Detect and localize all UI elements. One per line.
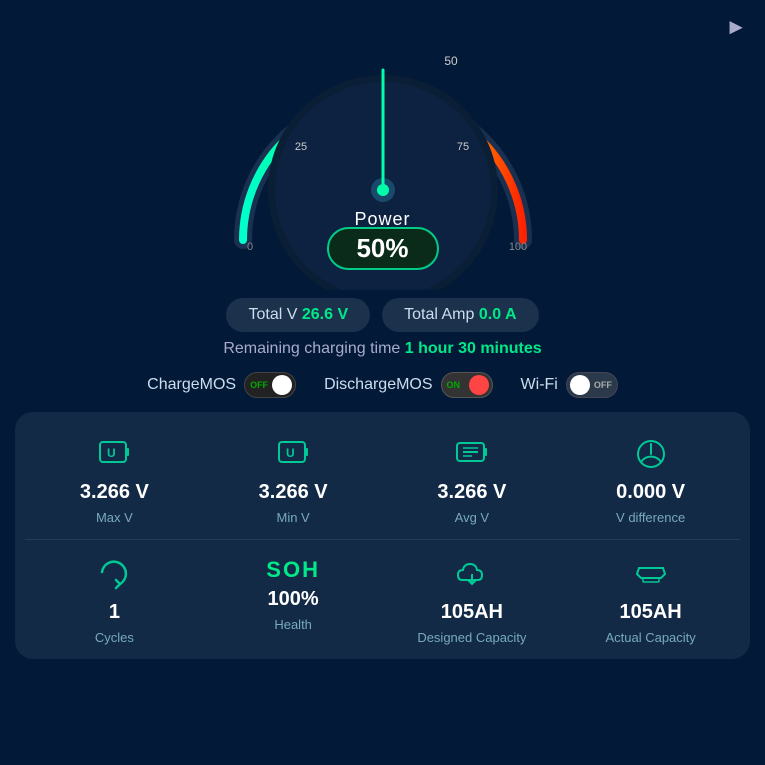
svg-text:50: 50: [444, 54, 458, 68]
toggles-row: ChargeMOS OFF DischargeMOS ON Wi-Fi OFF: [147, 372, 618, 398]
play-icon[interactable]: ►: [725, 14, 747, 40]
avg-v-cell: 3.266 V Avg V: [383, 430, 562, 529]
total-voltage-pill: Total V 26.6 V: [226, 298, 370, 332]
discharge-mos-state: ON: [447, 380, 461, 390]
actual-cap-value: 105AH: [619, 601, 681, 624]
max-v-value: 3.266 V: [80, 481, 149, 504]
svg-text:U: U: [107, 446, 116, 460]
charging-time: Remaining charging time 1 hour 30 minute…: [223, 340, 541, 358]
svg-text:100: 100: [508, 241, 526, 253]
min-v-label: Min V: [277, 510, 310, 525]
battery-v-icon: U: [96, 434, 132, 475]
health-label: Health: [274, 617, 312, 632]
total-amp-label: Total Amp: [404, 306, 474, 323]
row-divider: [25, 539, 740, 540]
cycles-label: Cycles: [95, 630, 134, 645]
speedometer-icon: [633, 434, 669, 475]
charge-mos-toggle-item: ChargeMOS OFF: [147, 372, 296, 398]
battery-v2-icon: U: [275, 434, 311, 475]
max-v-label: Max V: [96, 510, 133, 525]
v-diff-label: V difference: [616, 510, 685, 525]
max-v-cell: U 3.266 V Max V: [25, 430, 204, 529]
min-v-cell: U 3.266 V Min V: [204, 430, 383, 529]
wifi-knob: [570, 375, 590, 395]
discharge-mos-knob: [469, 375, 489, 395]
soh-icon: SOH: [266, 554, 320, 582]
battery-avg-icon: [454, 434, 490, 475]
total-v-value: 26.6 V: [302, 306, 348, 323]
stats-row: Total V 26.6 V Total Amp 0.0 A: [226, 298, 538, 332]
charge-mos-label: ChargeMOS: [147, 376, 236, 394]
total-amp-pill: Total Amp 0.0 A: [382, 298, 538, 332]
actual-cap-cell: 105AH Actual Capacity: [561, 550, 740, 649]
min-v-value: 3.266 V: [259, 481, 328, 504]
soh-text: SOH: [266, 557, 320, 582]
designed-cap-value: 105AH: [441, 601, 503, 624]
cycles-icon: [96, 554, 132, 595]
charging-time-label: Remaining charging time: [223, 340, 400, 357]
designed-cap-label: Designed Capacity: [417, 630, 526, 645]
total-v-label: Total V: [248, 306, 297, 323]
avg-v-value: 3.266 V: [437, 481, 506, 504]
wifi-state: OFF: [594, 380, 612, 390]
cycles-cell: 1 Cycles: [25, 550, 204, 649]
svg-text:75: 75: [456, 141, 468, 153]
wifi-label: Wi-Fi: [521, 376, 558, 394]
battery-cap-icon: [633, 554, 669, 595]
wifi-toggle-item: Wi-Fi OFF: [521, 372, 618, 398]
health-cell: SOH 100% Health: [204, 550, 383, 649]
charging-time-value: 1 hour 30 minutes: [405, 340, 542, 357]
gauge-percent: 50%: [326, 227, 438, 270]
total-amp-value: 0.0 A: [479, 306, 517, 323]
charge-mos-switch[interactable]: OFF: [244, 372, 296, 398]
metrics-card: U 3.266 V Max V U 3.266 V Min V: [15, 412, 750, 659]
charge-mos-knob: [272, 375, 292, 395]
actual-cap-label: Actual Capacity: [605, 630, 695, 645]
designed-cap-cell: 105AH Designed Capacity: [383, 550, 562, 649]
svg-text:25: 25: [294, 141, 306, 153]
discharge-mos-switch[interactable]: ON: [441, 372, 493, 398]
discharge-mos-label: DischargeMOS: [324, 376, 432, 394]
v-diff-value: 0.000 V: [616, 481, 685, 504]
wifi-switch[interactable]: OFF: [566, 372, 618, 398]
discharge-mos-toggle-item: DischargeMOS ON: [324, 372, 492, 398]
v-diff-cell: 0.000 V V difference: [561, 430, 740, 529]
avg-v-label: Avg V: [455, 510, 489, 525]
charge-mos-state: OFF: [250, 380, 268, 390]
power-gauge: 50 25 75 0 100 Power 50%: [193, 10, 573, 290]
svg-text:0: 0: [246, 241, 252, 253]
svg-text:U: U: [286, 446, 295, 460]
health-value: 100%: [268, 588, 319, 611]
cloud-icon: [454, 554, 490, 595]
cycles-value: 1: [109, 601, 120, 624]
